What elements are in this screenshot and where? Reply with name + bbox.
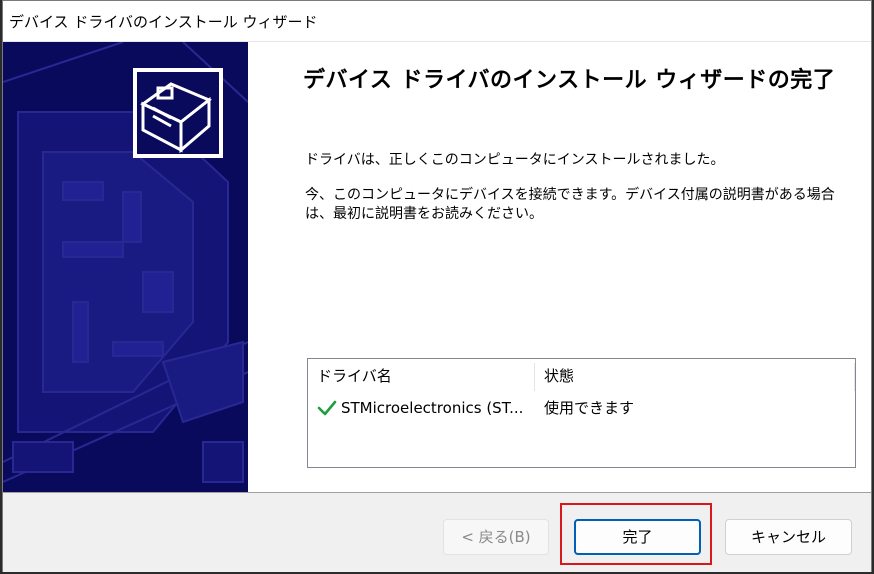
wizard-content: デバイス ドライバのインストール ウィザードの完了 ドライバは、正しくこのコンピ… — [248, 42, 871, 492]
success-message: ドライバは、正しくこのコンピュータにインストールされました。 — [305, 152, 725, 168]
instructions-text: 今、このコンピュータにデバイスを接続できます。デバイス付属の説明書がある場合は、… — [305, 187, 835, 222]
wizard-sidebar-graphic — [3, 42, 248, 492]
driver-status-cell: 使用できます — [544, 399, 635, 417]
window-title: デバイス ドライバのインストール ウィザード — [9, 13, 318, 31]
driver-name-cell: STMicroelectronics (ST... — [341, 399, 524, 417]
button-bar: < 戻る(B) 完了 キャンセル — [3, 492, 871, 572]
column-divider[interactable] — [854, 363, 855, 391]
title-bar[interactable]: デバイス ドライバのインストール ウィザード — [3, 1, 871, 42]
column-header-driver-name[interactable]: ドライバ名 — [317, 359, 532, 393]
column-header-status[interactable]: 状態 — [544, 359, 844, 393]
wizard-window: デバイス ドライバのインストール ウィザード デバイス ドライバのインストール … — [2, 0, 872, 572]
cancel-button[interactable]: キャンセル — [725, 519, 852, 555]
back-button[interactable]: < 戻る(B) — [443, 519, 549, 555]
checkmark-icon — [317, 400, 337, 416]
column-divider[interactable] — [534, 363, 535, 391]
circuit-board-graphic — [3, 42, 248, 483]
table-row[interactable]: STMicroelectronics (ST... 使用できます — [308, 395, 855, 421]
page-title: デバイス ドライバのインストール ウィザードの完了 — [303, 68, 836, 93]
driver-list-table[interactable]: ドライバ名 状態 STMicroelectronics (ST... 使用できま… — [307, 358, 856, 468]
finish-button[interactable]: 完了 — [574, 519, 701, 555]
